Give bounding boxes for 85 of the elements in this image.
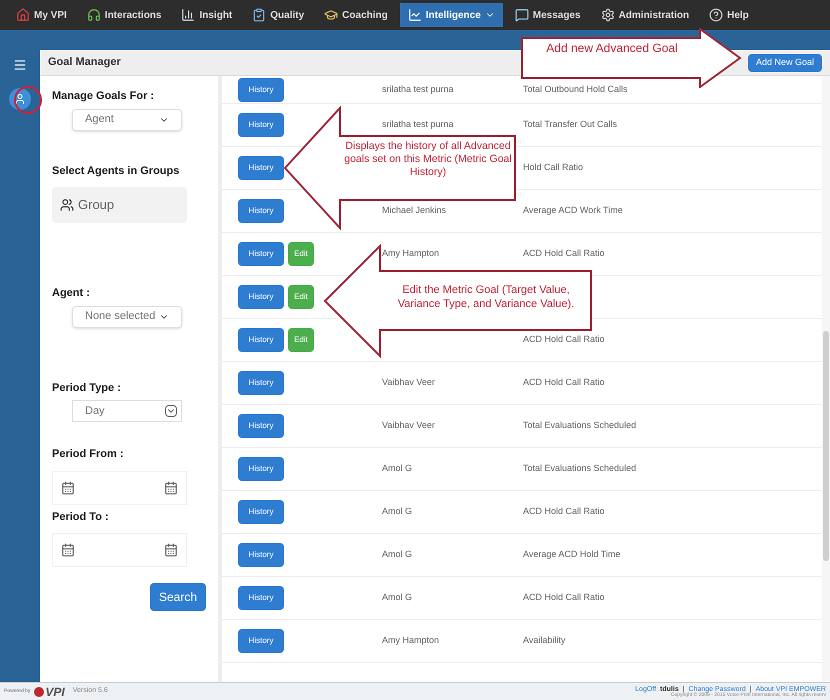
metric-name: Total Evaluations Scheduled xyxy=(523,463,636,474)
metric-name: Total Evaluations Scheduled xyxy=(523,420,636,430)
history-button[interactable]: History xyxy=(238,328,284,352)
history-button[interactable]: History xyxy=(238,285,284,309)
history-button[interactable]: History xyxy=(238,242,284,266)
field-label: Select Agents in Groups xyxy=(52,164,180,178)
user-icon[interactable] xyxy=(9,88,31,110)
field-label: Period Type : xyxy=(52,380,122,396)
calendar-icon[interactable] xyxy=(61,480,75,494)
history-button[interactable]: History xyxy=(238,586,284,610)
nav-icon xyxy=(181,8,196,22)
metric-name: Availability xyxy=(523,635,566,646)
nav-icon xyxy=(324,8,338,22)
page-title: Goal Manager xyxy=(48,55,121,70)
metric-name: ACD Hold Call Ratio xyxy=(523,248,605,258)
add-goal-button[interactable]: Add New Goal xyxy=(748,54,822,72)
field-label: Period From : xyxy=(52,447,125,462)
history-button[interactable]: History xyxy=(238,629,284,653)
history-button[interactable]: History xyxy=(238,156,284,180)
history-button[interactable]: History xyxy=(238,78,284,102)
agent-name: Amy Hampton xyxy=(382,635,440,646)
history-button[interactable]: History xyxy=(238,500,284,524)
edit-button[interactable]: Edit xyxy=(288,242,314,266)
agent-name: srilatha test purna xyxy=(382,84,454,94)
metric-name: Average ACD Work Time xyxy=(523,205,623,216)
history-button[interactable]: History xyxy=(238,457,284,481)
nav-tab[interactable]: Quality xyxy=(244,3,312,27)
calendar-icon[interactable] xyxy=(164,480,178,494)
edit-button[interactable]: Edit xyxy=(288,285,314,309)
metric-name: Average ACD Hold Time xyxy=(523,549,620,560)
dropdown[interactable]: Agent xyxy=(72,108,182,130)
edit-button[interactable]: Edit xyxy=(288,328,314,352)
agent-name: srilatha test purna xyxy=(382,119,454,130)
agent-name: Amol G xyxy=(382,549,412,560)
metric-name: ACD Hold Call Ratio xyxy=(523,506,605,516)
metric-name: ACD Hold Call Ratio xyxy=(523,334,605,344)
agent-name: Michael Jenkins xyxy=(382,205,446,216)
nav-icon xyxy=(709,8,724,22)
agent-name: Amol G xyxy=(382,463,412,474)
history-button[interactable]: History xyxy=(238,371,284,395)
metric-name: ACD Hold Call Ratio xyxy=(523,592,605,602)
field-label: Manage Goals For : xyxy=(52,89,156,104)
caret-icon xyxy=(165,405,177,417)
metric-name: Hold Call Ratio xyxy=(523,162,584,172)
field-label: Period To : xyxy=(52,510,110,524)
nav-tab[interactable]: Intelligence xyxy=(400,3,503,27)
dropdown[interactable]: None selected xyxy=(72,306,182,328)
history-button[interactable]: History xyxy=(238,543,284,567)
callout-text: Add new Advanced Goal xyxy=(545,41,679,56)
scrollbar[interactable] xyxy=(822,76,830,682)
history-button[interactable]: History xyxy=(238,199,284,223)
nav-icon xyxy=(16,8,30,22)
nav-tab[interactable]: Interactions xyxy=(78,3,170,27)
agent-name: Amol G xyxy=(382,506,412,516)
agent-name: Vaibhav Veer xyxy=(382,420,435,430)
agent-name: Amol G xyxy=(382,592,412,602)
nav-tab[interactable]: Messages xyxy=(506,3,589,27)
agent-name: Amy Hampton xyxy=(382,248,440,258)
calendar-icon[interactable] xyxy=(61,543,75,557)
metric-name: Total Transfer Out Calls xyxy=(523,119,618,130)
nav-icon xyxy=(600,8,615,22)
nav-icon xyxy=(86,8,101,22)
group-button[interactable]: Group xyxy=(52,187,187,223)
field-label: Agent : xyxy=(52,286,91,301)
vpi-logo: VPI xyxy=(34,682,65,700)
calendar-icon[interactable] xyxy=(164,543,178,557)
nav-tab[interactable]: Administration xyxy=(592,3,698,27)
nav-tab[interactable]: My VPI xyxy=(8,3,75,27)
metric-name: ACD Hold Call Ratio xyxy=(523,377,605,388)
dropdown[interactable]: Day xyxy=(72,400,182,422)
nav-tab[interactable]: Help xyxy=(701,3,757,27)
metric-name: Total Outbound Hold Calls xyxy=(523,84,628,94)
nav-icon xyxy=(408,8,422,22)
nav-tab[interactable]: Insight xyxy=(173,3,240,27)
callout-text: Edit the Metric Goal (Target Value, Variance Type, and Variance Value). xyxy=(396,284,576,312)
agent-name: Vaibhav Veer xyxy=(382,377,435,388)
nav-icon xyxy=(252,8,266,22)
nav-tab[interactable]: Coaching xyxy=(316,3,396,27)
search-button[interactable]: Search xyxy=(150,583,206,611)
history-button[interactable]: History xyxy=(238,113,284,137)
group-icon xyxy=(60,198,74,212)
menu-icon[interactable] xyxy=(13,58,27,72)
nav-icon xyxy=(514,8,529,22)
callout-text: Displays the history of all Advanced goals set on this Metric (Metric Goal History) xyxy=(343,140,513,180)
history-button[interactable]: History xyxy=(238,414,284,438)
